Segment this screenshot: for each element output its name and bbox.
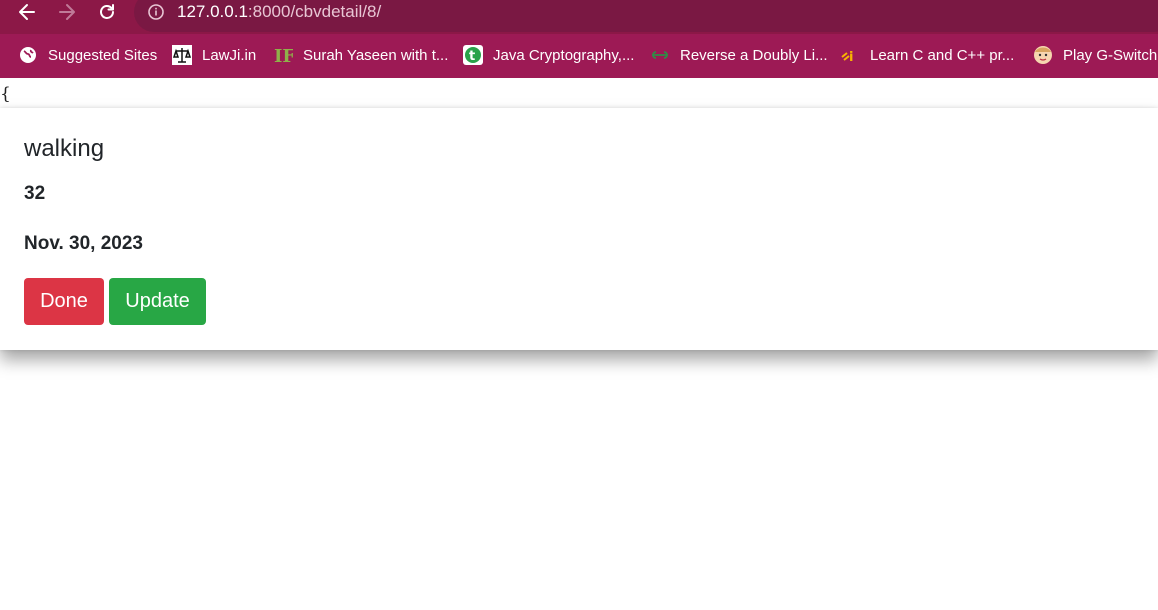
geeksforgeeks-icon bbox=[650, 45, 670, 65]
bookmark-lawji[interactable]: LawJi.in bbox=[172, 43, 256, 67]
url-host: 127.0.0.1 bbox=[177, 2, 248, 21]
task-detail-card: walking 32 Nov. 30, 2023 Done Update bbox=[0, 108, 1158, 350]
green-circle-icon: t bbox=[463, 45, 483, 65]
face-icon bbox=[1033, 45, 1053, 65]
svg-text:t: t bbox=[469, 49, 475, 64]
svg-text:IF: IF bbox=[274, 46, 293, 65]
bookmark-java-cryptography[interactable]: t Java Cryptography,... bbox=[463, 43, 634, 67]
forward-arrow-icon bbox=[59, 4, 75, 20]
bookmark-label: Suggested Sites bbox=[48, 46, 158, 64]
bookmark-label: Play G-Switch bbox=[1063, 46, 1158, 64]
stray-brace-text: { bbox=[0, 84, 11, 104]
bookmark-label: Reverse a Doubly Li... bbox=[680, 46, 828, 64]
orange-logo-icon: i bbox=[840, 45, 860, 65]
bookmark-play-gswitch[interactable]: Play G-Switch bbox=[1033, 43, 1157, 67]
bookmark-label: Surah Yaseen with t... bbox=[303, 46, 449, 64]
reload-icon bbox=[100, 4, 114, 19]
globe-icon bbox=[18, 45, 38, 65]
done-button[interactable]: Done bbox=[24, 278, 104, 325]
bookmark-reverse-doubly[interactable]: Reverse a Doubly Li... bbox=[650, 43, 828, 67]
back-button[interactable] bbox=[12, 0, 42, 24]
task-title: walking bbox=[24, 135, 105, 162]
if-logo-icon: IF bbox=[273, 45, 293, 65]
task-date: Nov. 30, 2023 bbox=[24, 233, 144, 254]
back-arrow-icon bbox=[19, 4, 35, 20]
browser-toolbar: 127.0.0.1:8000/cbvdetail/8/ bbox=[0, 0, 1158, 34]
bookmark-label: Java Cryptography,... bbox=[493, 46, 635, 64]
bookmark-label: LawJi.in bbox=[202, 46, 257, 64]
task-count: 32 bbox=[24, 183, 46, 204]
bookmark-label: Learn C and C++ pr... bbox=[870, 46, 1015, 64]
svg-text:i: i bbox=[849, 50, 853, 65]
bookmark-learn-c[interactable]: i Learn C and C++ pr... bbox=[840, 43, 1014, 67]
bookmark-surah-yaseen[interactable]: IF Surah Yaseen with t... bbox=[273, 43, 448, 67]
reload-button[interactable] bbox=[92, 0, 122, 24]
site-info-icon[interactable] bbox=[147, 3, 165, 21]
url-path: :8000/cbvdetail/8/ bbox=[247, 2, 382, 21]
scales-icon bbox=[172, 45, 192, 65]
bookmark-suggested-sites[interactable]: Suggested Sites bbox=[18, 43, 157, 67]
url-text[interactable]: 127.0.0.1:8000/cbvdetail/8/ bbox=[177, 1, 381, 23]
forward-button[interactable] bbox=[52, 0, 82, 24]
update-button[interactable]: Update bbox=[109, 278, 206, 325]
bookmarks-bar: Suggested Sites LawJi.in IF Surah Yaseen… bbox=[0, 34, 1158, 78]
